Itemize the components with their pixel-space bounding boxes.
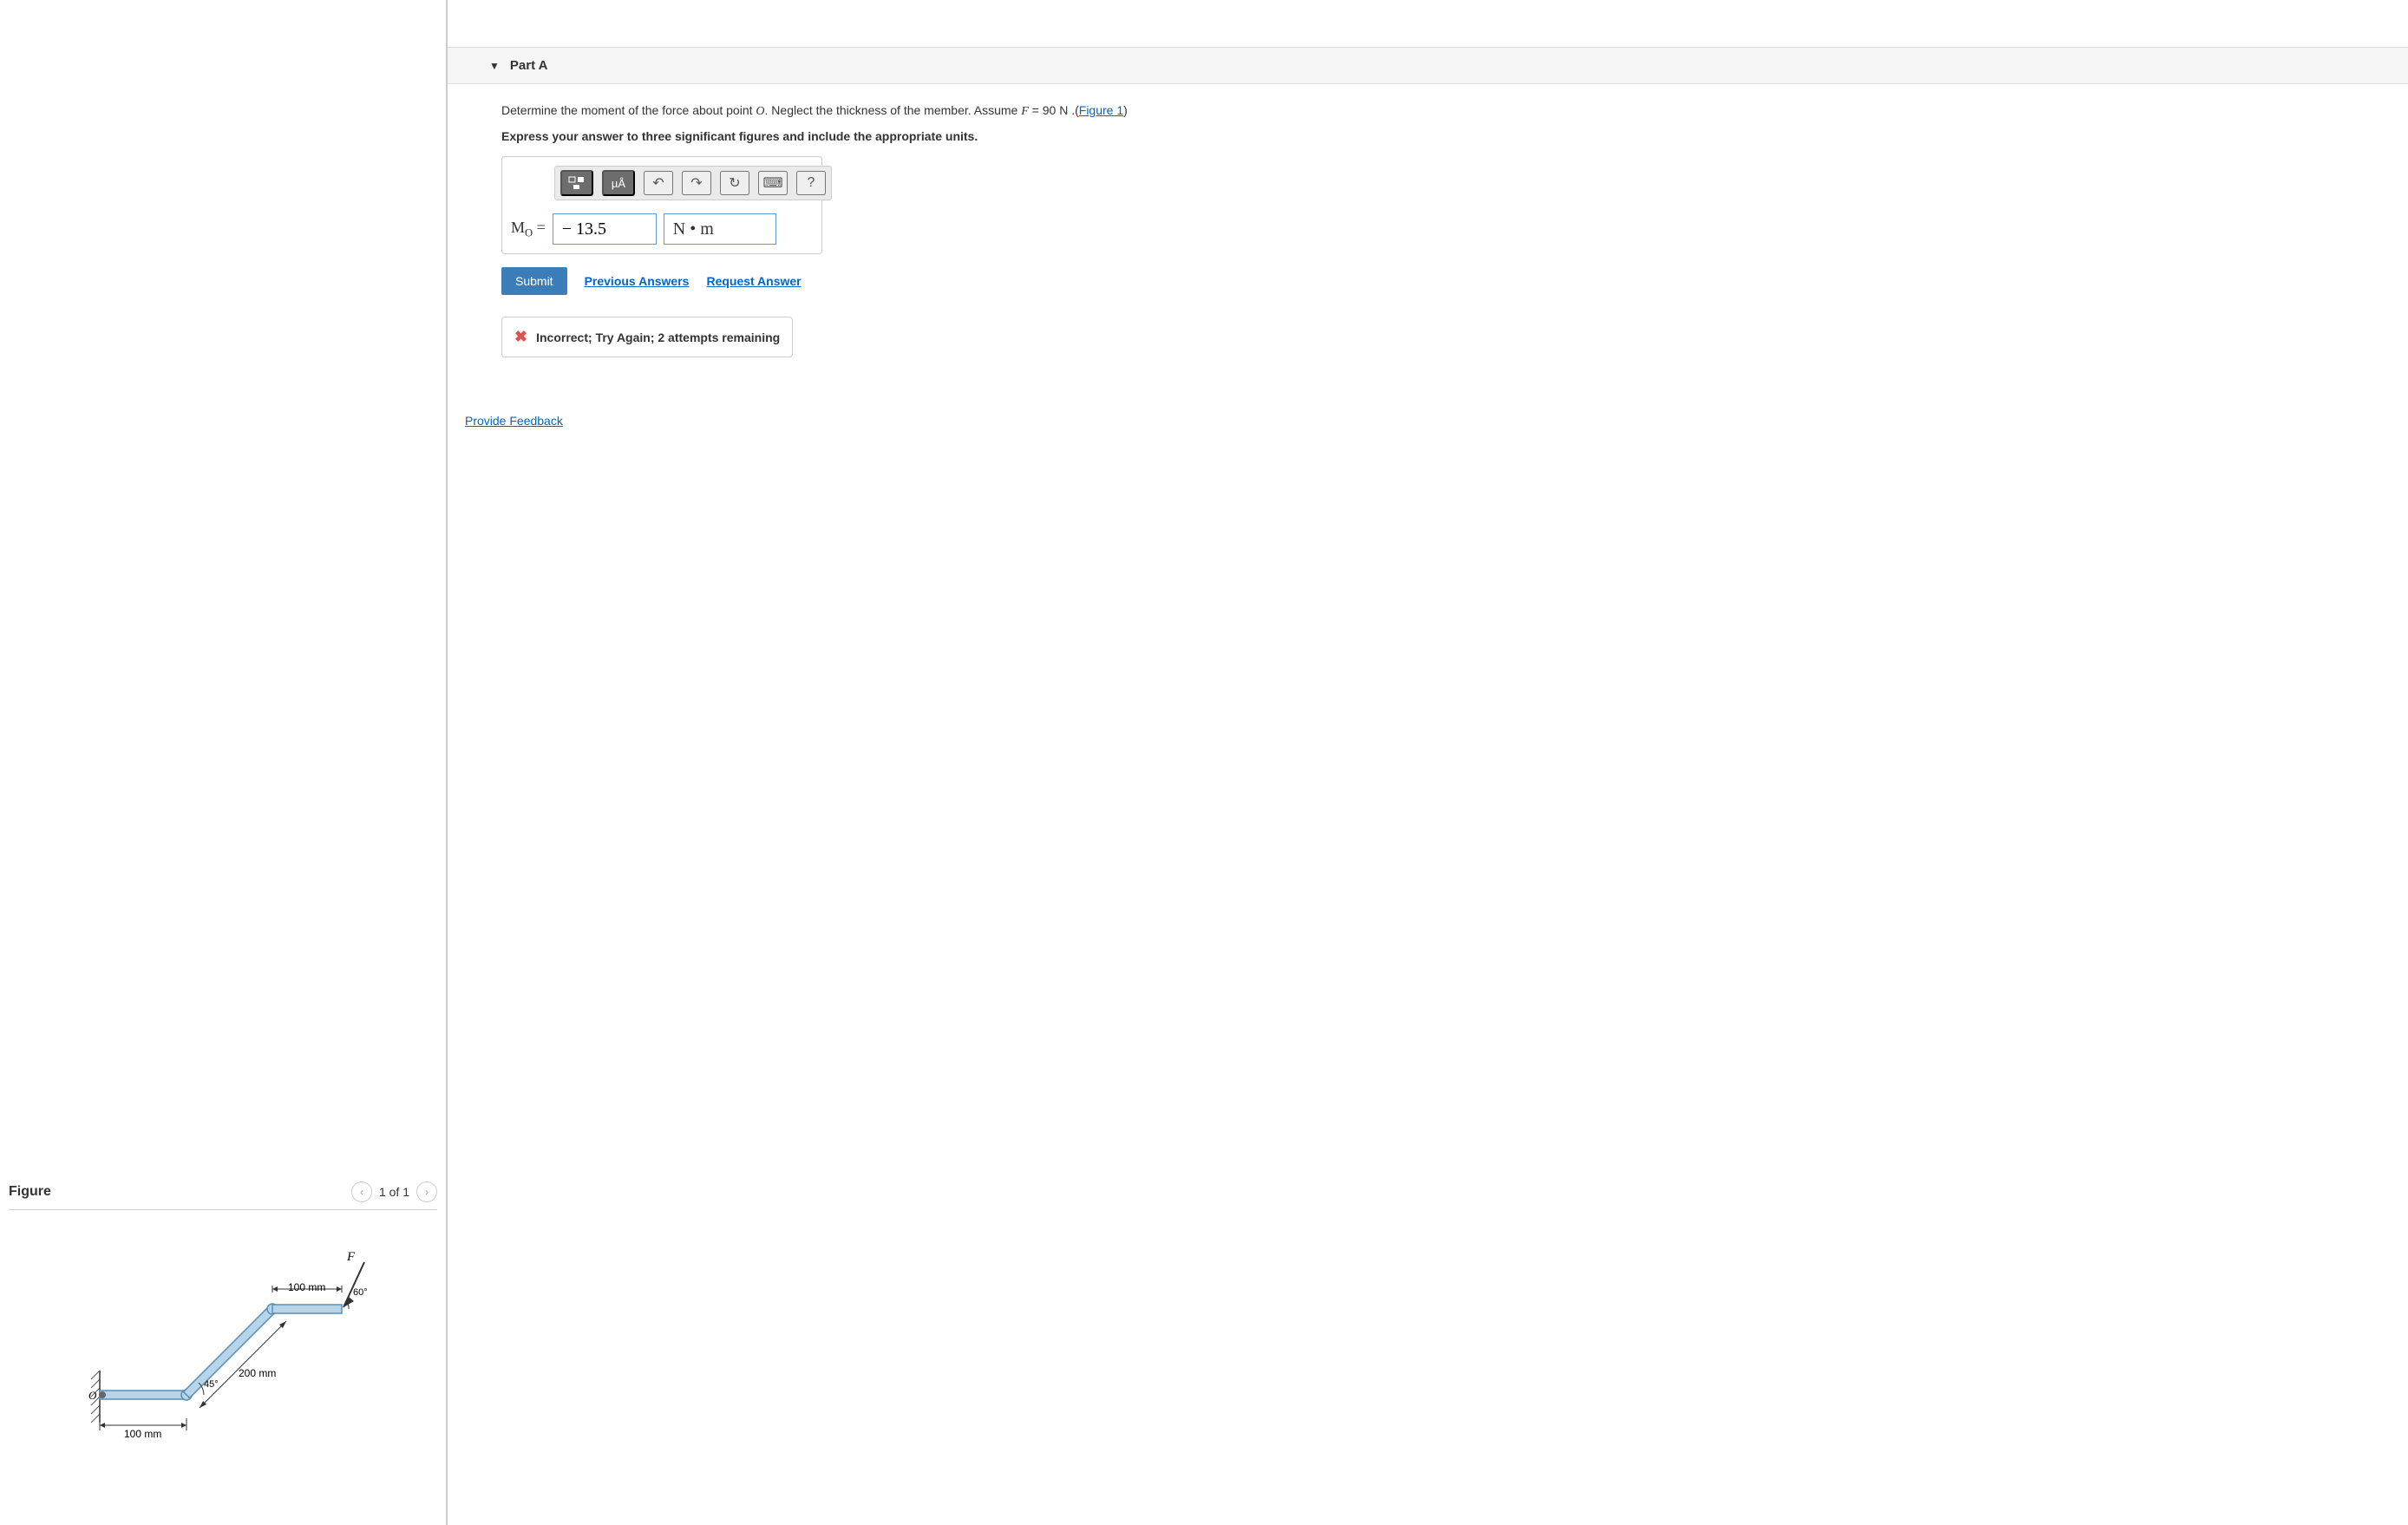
left-panel: Figure ‹ 1 of 1 › <box>0 0 448 1525</box>
question-var-f: F <box>1021 105 1029 118</box>
figure-header: Figure ‹ 1 of 1 › <box>9 1181 437 1210</box>
figure-nav: ‹ 1 of 1 › <box>351 1181 437 1202</box>
keyboard-icon: ⌨ <box>762 174 782 192</box>
template-icon <box>568 176 586 190</box>
diagram-top-dim: 100 mm <box>288 1281 325 1293</box>
chevron-right-icon: › <box>425 1186 429 1198</box>
answer-label-o: O <box>525 226 533 239</box>
part-header[interactable]: ▼ Part A <box>448 47 2408 84</box>
submit-row: Submit Previous Answers Request Answer <box>501 267 2391 295</box>
collapse-arrow-icon: ▼ <box>489 60 500 72</box>
question-prefix: Determine the moment of the force about … <box>501 103 756 117</box>
answer-label: MO = <box>511 219 546 240</box>
figure-title: Figure <box>9 1184 51 1200</box>
diagram-angle-top: 60° <box>353 1287 368 1298</box>
answer-label-m: M <box>511 219 525 236</box>
help-button[interactable]: ? <box>796 171 826 195</box>
answer-box: µÅ ↶ ↷ ↻ ⌨ ? <box>501 156 822 254</box>
question-eq: = 90 N <box>1029 103 1069 117</box>
reset-button[interactable]: ↻ <box>720 171 749 195</box>
request-answer-link[interactable]: Request Answer <box>706 274 801 288</box>
template-button[interactable] <box>560 170 593 196</box>
previous-answers-link[interactable]: Previous Answers <box>585 274 690 288</box>
answer-row: MO = <box>511 213 813 245</box>
figure-prev-button[interactable]: ‹ <box>351 1181 372 1202</box>
figure-next-button[interactable]: › <box>416 1181 437 1202</box>
diagram-bottom-dim: 100 mm <box>124 1428 161 1440</box>
reset-icon: ↻ <box>729 174 740 192</box>
answer-unit-input[interactable] <box>664 213 776 245</box>
incorrect-icon: ✖ <box>514 328 527 346</box>
question-suffix: .( <box>1068 103 1078 117</box>
answer-toolbar: µÅ ↶ ↷ ↻ ⌨ ? <box>554 166 832 200</box>
units-label: µÅ <box>612 177 625 190</box>
answer-label-eq: = <box>533 219 546 236</box>
diagram-origin-label: O <box>88 1389 97 1402</box>
provide-feedback-link[interactable]: Provide Feedback <box>465 414 563 428</box>
undo-icon: ↶ <box>652 174 664 192</box>
diagram-force-label: F <box>346 1250 356 1264</box>
question-mid: . Neglect the thickness of the member. A… <box>765 103 1022 117</box>
part-title: Part A <box>510 58 548 73</box>
submit-button[interactable]: Submit <box>501 267 567 295</box>
feedback-text: Incorrect; Try Again; 2 attempts remaini… <box>536 331 780 344</box>
figure-link[interactable]: Figure 1 <box>1079 103 1123 117</box>
answer-value-input[interactable] <box>553 213 657 245</box>
instruction-text: Express your answer to three significant… <box>501 129 2391 143</box>
figure-section: Figure ‹ 1 of 1 › <box>9 1181 437 1456</box>
diagram-diag-dim: 200 mm <box>239 1367 276 1379</box>
question-end: ) <box>1123 103 1128 117</box>
redo-button[interactable]: ↷ <box>682 171 711 195</box>
help-icon: ? <box>808 175 815 191</box>
keyboard-button[interactable]: ⌨ <box>758 171 788 195</box>
diagram-angle-bottom: 45° <box>204 1379 219 1390</box>
figure-count: 1 of 1 <box>379 1185 409 1199</box>
right-panel: ▼ Part A Determine the moment of the for… <box>448 0 2408 1525</box>
question-text: Determine the moment of the force about … <box>501 101 2391 121</box>
figure-diagram: F 100 mm 60° 45° 200 mm 100 mm O <box>9 1245 437 1456</box>
feedback-box: ✖ Incorrect; Try Again; 2 attempts remai… <box>501 317 793 357</box>
chevron-left-icon: ‹ <box>360 1186 363 1198</box>
units-button[interactable]: µÅ <box>602 170 635 196</box>
question-var-o: O <box>756 105 764 118</box>
part-content: Determine the moment of the force about … <box>448 84 2408 375</box>
undo-button[interactable]: ↶ <box>644 171 673 195</box>
redo-icon: ↷ <box>690 174 702 192</box>
